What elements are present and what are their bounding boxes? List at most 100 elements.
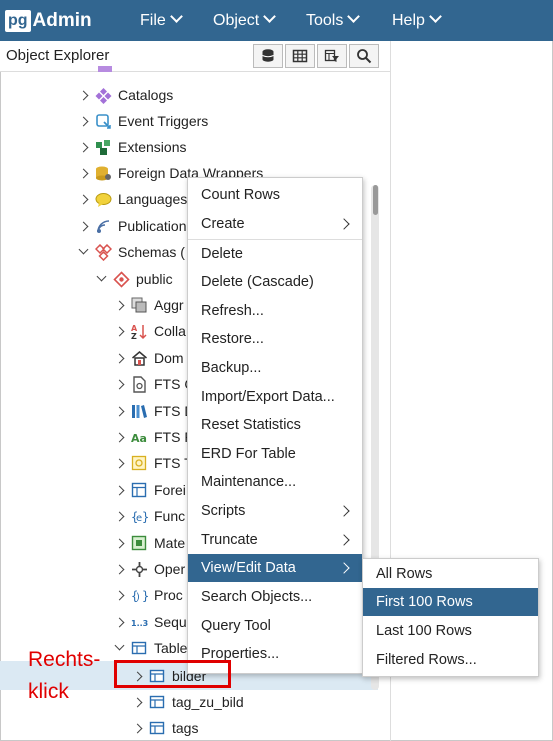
menu-item-label: Last 100 Rows: [376, 623, 472, 639]
logo-prefix: pg: [5, 10, 31, 32]
chevron-right-icon[interactable]: [114, 432, 125, 442]
extensions-icon: [96, 139, 110, 155]
chevron-right-icon[interactable]: [114, 458, 125, 468]
submenu-item-first-100-rows[interactable]: First 100 Rows: [363, 588, 538, 616]
chevron-right-icon[interactable]: [114, 300, 125, 310]
chevron-right-icon[interactable]: [114, 564, 125, 574]
search-objects-button[interactable]: [349, 44, 379, 68]
chevron-right-icon[interactable]: [114, 379, 125, 389]
schemas-icon: [95, 243, 112, 261]
chevron-right-icon[interactable]: [132, 697, 143, 707]
catalogs-icon: [95, 87, 112, 104]
query-tool-button[interactable]: [253, 44, 283, 68]
tree-item-domains[interactable]: Dom: [114, 345, 184, 371]
logo-name: Admin: [32, 10, 92, 31]
menu-item-refresh[interactable]: Refresh...: [188, 297, 362, 325]
chevron-right-icon[interactable]: [78, 142, 89, 152]
tree-item-materialized-views[interactable]: Mate: [114, 530, 186, 556]
tree-item-fts-dictionaries[interactable]: FTS D: [114, 398, 194, 424]
menu-item-restore[interactable]: Restore...: [188, 325, 362, 353]
tree-item-operators[interactable]: Oper: [114, 556, 185, 582]
pgadmin-logo[interactable]: pg Admin: [5, 8, 92, 34]
tables-icon: [131, 641, 147, 654]
menu-label: Object: [213, 12, 260, 29]
menu-label: Tools: [306, 12, 344, 29]
tree-item-fts-parsers[interactable]: Aa FTS P: [114, 424, 194, 450]
tree-item-functions[interactable]: {e} Func: [114, 503, 185, 529]
chevron-right-icon[interactable]: [114, 590, 125, 600]
event-trigger-icon: [96, 113, 111, 129]
svg-text:Z: Z: [131, 332, 137, 340]
tree-item-publications[interactable]: Publications: [78, 213, 194, 239]
tree-item-public[interactable]: public: [96, 266, 173, 292]
tree-item-tag-zu-bild[interactable]: tag_zu_bild: [132, 689, 244, 715]
menu-item-import-export[interactable]: Import/Export Data...: [188, 383, 362, 411]
scrollbar-thumb[interactable]: [373, 185, 378, 215]
menu-item-delete-cascade[interactable]: Delete (Cascade): [188, 268, 362, 296]
svg-text:}: }: [142, 510, 148, 524]
chevron-right-icon[interactable]: [78, 168, 89, 178]
chevron-right-icon[interactable]: [114, 511, 125, 521]
submenu-item-all-rows[interactable]: All Rows: [363, 560, 538, 588]
menu-item-reset-statistics[interactable]: Reset Statistics: [188, 411, 362, 439]
chevron-right-icon[interactable]: [114, 406, 125, 416]
menu-item-scripts[interactable]: Scripts: [188, 497, 362, 525]
menu-item-view-edit-data[interactable]: View/Edit Data: [188, 554, 362, 582]
chevron-down-icon[interactable]: [114, 640, 125, 650]
tree-item-extensions[interactable]: Extensions: [78, 134, 186, 160]
chevron-right-icon[interactable]: [114, 353, 125, 363]
tree-item-foreign-tables[interactable]: Forei: [114, 477, 186, 503]
menu-item-backup[interactable]: Backup...: [188, 354, 362, 382]
menu-item-maintenance[interactable]: Maintenance...: [188, 468, 362, 496]
chevron-right-icon[interactable]: [132, 723, 143, 733]
tree-item-procedures[interactable]: {)} Proc: [114, 582, 183, 608]
chevron-right-icon[interactable]: [114, 617, 125, 627]
tree-label: Dom: [154, 350, 184, 366]
menu-item-label: Delete (Cascade): [201, 274, 314, 290]
menu-item-count-rows[interactable]: Count Rows: [188, 181, 362, 209]
menu-item-label: Truncate: [201, 532, 258, 548]
tree-item-schemas[interactable]: Schemas (: [78, 239, 185, 265]
mat-view-icon: [131, 535, 147, 550]
tree-item-collations[interactable]: A Z Colla: [114, 318, 186, 344]
procedures-icon: {)}: [131, 589, 148, 603]
menu-item-label: Query Tool: [201, 618, 271, 634]
filtered-rows-button[interactable]: [317, 44, 347, 68]
menu-item-label: Reset Statistics: [201, 417, 301, 433]
chevron-right-icon[interactable]: [78, 116, 89, 126]
svg-text:): ): [136, 592, 140, 603]
tree-item-languages[interactable]: Languages: [78, 186, 187, 212]
menu-file[interactable]: File: [140, 0, 183, 41]
submenu-item-last-100-rows[interactable]: Last 100 Rows: [363, 617, 538, 645]
tree-item-tags[interactable]: tags: [132, 715, 198, 741]
tree-item-fts-configurations[interactable]: FTS C: [114, 371, 194, 397]
menu-item-label: ERD For Table: [201, 446, 296, 462]
menu-item-create[interactable]: Create: [188, 210, 362, 238]
menu-item-delete[interactable]: Delete: [188, 240, 362, 268]
chevron-right-icon[interactable]: [114, 485, 125, 495]
menu-object[interactable]: Object: [213, 0, 277, 41]
menu-item-query-tool[interactable]: Query Tool: [188, 612, 362, 640]
menu-help[interactable]: Help: [392, 0, 442, 41]
context-menu: Count Rows Create Delete Delete (Cascade…: [187, 177, 363, 674]
view-data-button[interactable]: [285, 44, 315, 68]
chevron-right-icon[interactable]: [78, 90, 89, 100]
chevron-down-icon[interactable]: [78, 244, 89, 254]
tree-label: Mate: [154, 535, 186, 551]
chevron-right-icon[interactable]: [114, 538, 125, 548]
tree-item-fts-templates[interactable]: FTS T: [114, 450, 193, 476]
menu-item-erd-for-table[interactable]: ERD For Table: [188, 440, 362, 468]
menu-item-truncate[interactable]: Truncate: [188, 526, 362, 554]
chevron-down-icon[interactable]: [96, 271, 107, 281]
tree-item-sequences[interactable]: 1..3 Sequ: [114, 609, 187, 635]
tree-item-catalogs[interactable]: Catalogs: [78, 82, 173, 108]
chevron-right-icon[interactable]: [78, 221, 89, 231]
menu-tools[interactable]: Tools: [306, 0, 361, 41]
menu-item-search-objects[interactable]: Search Objects...: [188, 583, 362, 611]
tree-item-event-triggers[interactable]: Event Triggers: [78, 108, 208, 134]
chevron-right-icon[interactable]: [78, 194, 89, 204]
chevron-right-icon[interactable]: [114, 326, 125, 336]
submenu-item-filtered-rows[interactable]: Filtered Rows...: [363, 646, 538, 674]
tree-item-aggregates[interactable]: Aggr: [114, 292, 184, 318]
tree-item-tables[interactable]: Table: [114, 635, 187, 661]
